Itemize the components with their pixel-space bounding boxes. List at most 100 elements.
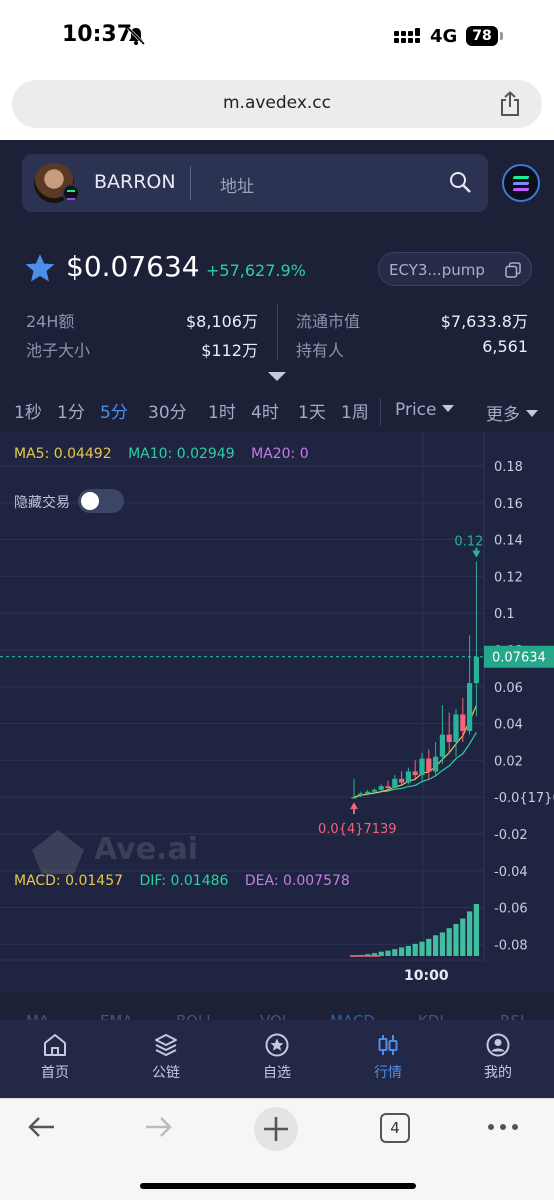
search-icon[interactable] [448,170,472,194]
search-divider [190,166,191,200]
stat-label: 流通市值 [296,312,361,331]
search-input[interactable]: 地址 [220,172,254,197]
more-dots-icon[interactable] [486,1111,520,1143]
back-icon[interactable] [26,1111,58,1143]
expand-stats-icon[interactable] [268,372,286,381]
price-type-select[interactable]: Price [395,400,455,420]
contract-address: ECY3...pump [389,261,485,279]
x-tick-label: 10:00 [404,968,449,984]
candle-body [399,778,405,783]
candle-body [460,714,466,731]
candle-body [365,791,371,794]
timeframe-divider [380,398,381,426]
signal-icon [394,28,420,43]
more-select[interactable]: 更多 [486,400,538,425]
macd-bar [460,918,466,956]
stats-divider [277,304,278,360]
stat-value: $112万 [201,341,258,360]
high-marker-label: 0.12 [454,535,483,550]
star-circle-icon [265,1033,289,1057]
nav-label: 首页 [41,1065,69,1081]
hide-trades-toggle[interactable] [78,489,124,513]
watermark-text: Ave.ai [94,832,198,867]
candle-body [351,797,357,799]
nav-home[interactable]: 首页 [20,1032,90,1082]
candlestick-chart[interactable]: 0.180.160.140.120.10.080.060.040.02-0.0{… [0,432,554,992]
y-tick-label: -0.08 [494,938,528,953]
y-tick-label: -0.06 [494,902,528,917]
address-bar[interactable]: m.avedex.cc [12,80,542,128]
macd-bar [446,928,452,956]
share-icon[interactable] [498,91,522,117]
candle-body [358,793,364,796]
y-tick-label: 0.12 [494,570,523,585]
y-tick-label: 0.02 [494,754,523,769]
y-tick-label: 0.06 [494,681,523,696]
bottom-nav: 首页 公链 自选 行情 我的 [0,1020,554,1098]
macd-bar [392,949,398,956]
y-tick-label: 0.1 [494,607,515,622]
timeframe-4h[interactable]: 4时 [251,398,279,423]
new-tab-button[interactable] [254,1107,298,1151]
macd-bar [426,938,432,956]
timeframe-1s[interactable]: 1秒 [14,398,42,423]
candle-body [473,656,479,684]
nav-profile[interactable]: 我的 [463,1032,533,1082]
current-price-label: 0.07634 [492,651,546,666]
forward-icon[interactable] [142,1111,174,1143]
timeframe-1d[interactable]: 1天 [298,398,326,423]
candle-body [405,771,411,783]
copy-icon[interactable] [505,262,521,278]
nav-chains[interactable]: 公链 [131,1032,201,1082]
nav-label: 公链 [152,1065,180,1081]
stat-holders: 持有人 6,561 [296,337,528,361]
nav-market[interactable]: 行情 [353,1032,423,1082]
browser-toolbar: 4 [0,1098,554,1200]
nav-favorites[interactable]: 自选 [242,1032,312,1082]
dea-value: DEA: 0.007578 [244,873,350,889]
battery-tip [500,32,503,40]
profile-icon [486,1033,510,1057]
timeframe-1h[interactable]: 1时 [208,398,236,423]
low-arrow-icon [350,802,358,810]
stat-label: 24H额 [26,312,75,331]
ave-logo-icon [32,830,84,874]
stat-pool-size: 池子大小 $112万 [26,337,258,361]
macd-legend: MACD: 0.01457 DIF: 0.01486 DEA: 0.007578 [14,873,362,889]
nav-label: 自选 [263,1065,291,1081]
contract-address-button[interactable]: ECY3...pump [378,252,532,286]
token-name: BARRON [94,171,176,193]
timeframe-30m[interactable]: 30分 [148,398,187,423]
tab-count-button[interactable]: 4 [380,1113,410,1143]
kline-chart[interactable]: 0.180.160.140.120.10.080.060.040.02-0.0{… [0,432,554,992]
app-container: BARRON 地址 $0.07634 +57,627.9% ECY3...pum… [0,140,554,1098]
macd-bar [405,946,411,956]
price-change: +57,627.9% [206,261,306,280]
timeframe-5m[interactable]: 5分 [100,398,128,423]
stat-label: 池子大小 [26,341,91,360]
price-type-label: Price [395,400,437,420]
battery-level: 78 [466,26,498,46]
url-text[interactable]: m.avedex.cc [12,93,542,113]
y-tick-label: 0.18 [494,460,523,475]
favorite-star-icon[interactable] [24,252,56,284]
search-box[interactable]: BARRON 地址 [22,154,488,212]
macd-bar [473,904,479,956]
macd-bar [439,932,445,956]
timeframe-1m[interactable]: 1分 [57,398,85,423]
stat-value: $8,106万 [186,312,258,331]
chain-badge-icon [62,184,80,202]
candle-body [412,771,418,776]
candles-icon [378,1035,398,1055]
chevron-down-icon [526,410,538,417]
hide-trades-label: 隐藏交易 [14,495,70,511]
nav-label: 我的 [484,1065,512,1081]
candle-body [426,758,432,772]
stat-value: $7,633.8万 [440,312,528,331]
network-type: 4G [430,26,458,47]
solana-chain-button[interactable] [502,164,540,202]
stat-24h-volume: 24H额 $8,106万 [26,308,258,332]
timeframe-1w[interactable]: 1周 [341,398,369,423]
stat-value: 6,561 [482,337,528,356]
low-marker-label: 0.0{4}7139 [318,822,397,837]
